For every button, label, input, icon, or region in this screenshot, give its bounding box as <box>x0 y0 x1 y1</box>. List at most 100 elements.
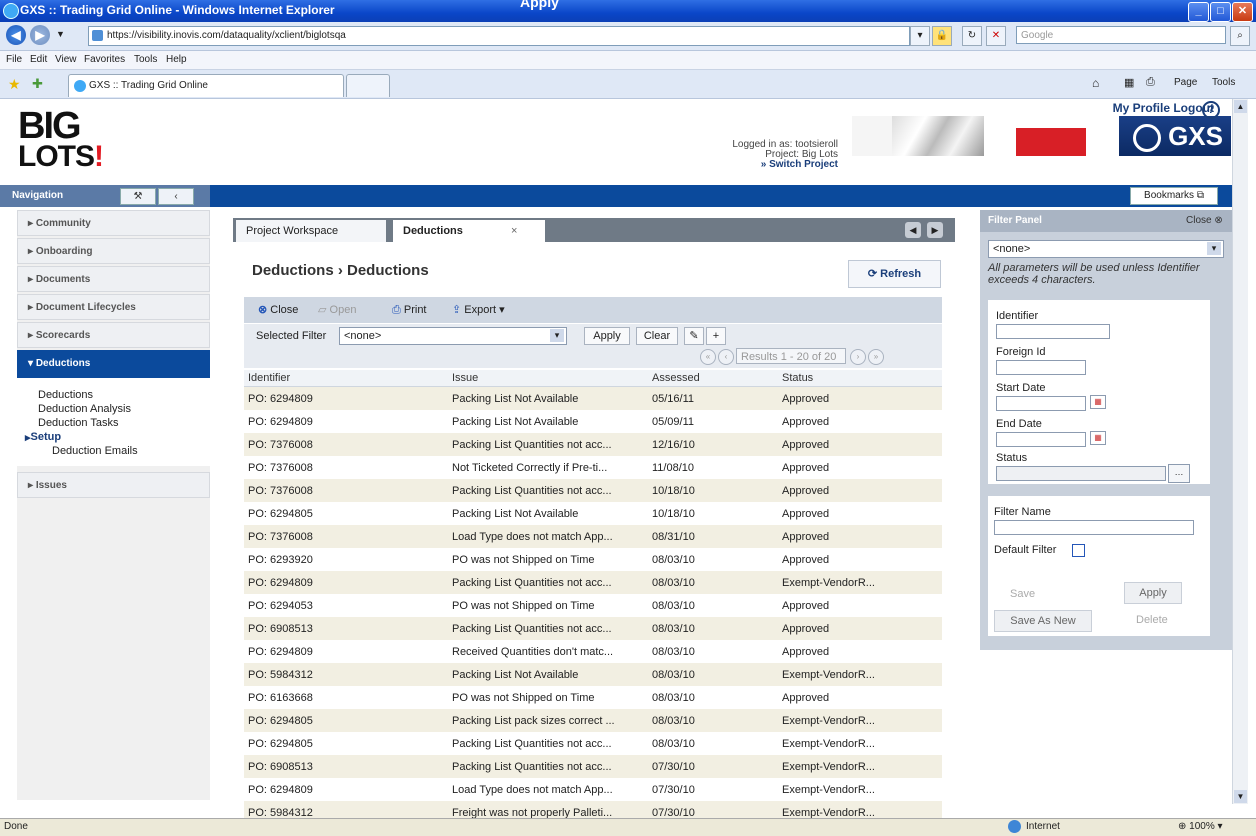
sub-setup[interactable]: ▸ Setup <box>25 431 61 444</box>
tab-scroll-left-icon[interactable]: ◀ <box>905 222 921 238</box>
last-page-icon[interactable]: » <box>868 349 884 365</box>
table-row[interactable]: PO: 7376008 Packing List Quantities not a… <box>244 479 942 502</box>
sub-deduction-tasks[interactable]: Deduction Tasks <box>38 417 119 429</box>
browser-tab-active[interactable]: GXS :: Trading Grid Online <box>68 74 344 97</box>
table-row[interactable]: PO: 6294805 Packing List pack sizes corre… <box>244 709 942 732</box>
col-issue[interactable]: Issue <box>448 370 648 387</box>
nav-community[interactable]: ▸ Community <box>17 210 210 236</box>
foreign-id-input[interactable] <box>996 360 1086 375</box>
minimize-button[interactable]: _ <box>1188 2 1209 22</box>
close-button[interactable]: ⊗ Close <box>258 300 298 320</box>
table-row[interactable]: PO: 6908513 Packing List Quantities not a… <box>244 755 942 778</box>
filter-clear-button[interactable]: Clear <box>636 327 678 345</box>
tools-menu[interactable]: Tools <box>1212 77 1235 88</box>
table-row[interactable]: PO: 6293920 PO was not Shipped on Time 08/… <box>244 548 942 571</box>
refresh-icon[interactable]: ↻ <box>962 26 982 46</box>
tab-scroll-right-icon[interactable]: ▶ <box>927 222 943 238</box>
add-favorite-icon[interactable]: ✚ <box>32 76 43 92</box>
prev-page-icon[interactable]: ‹ <box>718 349 734 365</box>
open-button[interactable]: ▱ Open <box>318 300 356 320</box>
menu-favorites[interactable]: Favorites <box>84 54 125 65</box>
menu-file[interactable]: File <box>6 54 22 65</box>
menu-help[interactable]: Help <box>166 54 187 65</box>
feeds-icon[interactable]: ▦ <box>1124 76 1134 89</box>
filter-name-input[interactable] <box>994 520 1194 535</box>
start-date-input[interactable] <box>996 396 1086 411</box>
table-row[interactable]: PO: 6294809 Load Type does not match App.… <box>244 778 942 801</box>
url-dropdown-icon[interactable]: ▾ <box>910 26 930 46</box>
next-page-icon[interactable]: › <box>850 349 866 365</box>
sub-deduction-emails[interactable]: Deduction Emails <box>52 445 138 457</box>
lock-icon[interactable]: 🔒 <box>932 26 952 46</box>
table-row[interactable]: PO: 6294809 Packing List Quantities not a… <box>244 571 942 594</box>
zoom-level[interactable]: ⊕ 100% ▾ <box>1178 821 1223 832</box>
table-row[interactable]: PO: 6294053 PO was not Shipped on Time 08/… <box>244 594 942 617</box>
end-date-input[interactable] <box>996 432 1086 447</box>
collapse-nav-icon[interactable]: ‹ <box>158 188 194 205</box>
table-row[interactable]: PO: 5984312 Packing List Not Available 08/… <box>244 663 942 686</box>
panel-apply-button[interactable]: Apply <box>1124 582 1182 604</box>
filter-apply-button[interactable]: Apply <box>584 327 630 345</box>
delete-button[interactable]: Delete <box>1136 614 1168 626</box>
export-button[interactable]: ⇪ Export ▾ <box>452 300 505 320</box>
tab-close-icon[interactable]: × <box>511 220 517 242</box>
save-as-new-button[interactable]: Save As New <box>994 610 1092 632</box>
nav-onboarding[interactable]: ▸ Onboarding <box>17 238 210 264</box>
page-scrollbar[interactable]: ▲ ▼ <box>1232 99 1248 804</box>
table-row[interactable]: PO: 6294805 Packing List Quantities not a… <box>244 732 942 755</box>
menu-view[interactable]: View <box>55 54 77 65</box>
search-icon[interactable]: ⌕ <box>1230 26 1250 46</box>
sub-deduction-analysis[interactable]: Deduction Analysis <box>38 403 131 415</box>
filter-panel-select[interactable]: <none> ▾ <box>988 240 1224 258</box>
nav-scorecards[interactable]: ▸ Scorecards <box>17 322 210 348</box>
stop-icon[interactable]: ✕ <box>986 26 1006 46</box>
table-row[interactable]: PO: 6163668 PO was not Shipped on Time 08/… <box>244 686 942 709</box>
print-button[interactable]: ⎙ Print <box>392 300 427 320</box>
table-row[interactable]: PO: 6294809 Packing List Not Available 05/… <box>244 410 942 433</box>
default-filter-checkbox[interactable] <box>1072 544 1085 557</box>
table-row[interactable]: PO: 7376008 Load Type does not match App.… <box>244 525 942 548</box>
edit-filter-icon[interactable]: ✎ <box>684 327 704 345</box>
col-identifier[interactable]: Identifier <box>244 370 448 387</box>
help-icon[interactable]: ? <box>1202 101 1220 119</box>
selected-filter-select[interactable]: <none> ▾ <box>339 327 567 345</box>
tab-deductions[interactable]: Deductions × <box>393 220 545 242</box>
url-input[interactable]: https://visibility.inovis.com/dataqualit… <box>88 26 910 46</box>
history-dropdown-icon[interactable]: ▼ <box>56 29 65 39</box>
table-row[interactable]: PO: 6908513 Packing List Quantities not a… <box>244 617 942 640</box>
status-picker-button[interactable]: … <box>1168 464 1190 483</box>
menu-edit[interactable]: Edit <box>30 54 47 65</box>
table-row[interactable]: PO: 7376008 Packing List Quantities not a… <box>244 433 942 456</box>
page-menu[interactable]: Page <box>1174 77 1197 88</box>
new-tab-button[interactable] <box>346 74 390 97</box>
close-window-button[interactable]: ✕ <box>1232 2 1253 22</box>
save-button[interactable]: Save <box>1010 588 1035 600</box>
table-row[interactable]: PO: 6294809 Packing List Not Available 05/… <box>244 386 942 410</box>
menu-tools[interactable]: Tools <box>134 54 157 65</box>
identifier-input[interactable] <box>996 324 1110 339</box>
back-icon[interactable]: ◀ <box>6 25 26 45</box>
table-row[interactable]: PO: 6294805 Packing List Not Available 10/… <box>244 502 942 525</box>
scroll-down-icon[interactable]: ▼ <box>1234 790 1247 803</box>
scroll-up-icon[interactable]: ▲ <box>1234 100 1247 113</box>
table-row[interactable]: PO: 7376008 Not Ticketed Correctly if Pre… <box>244 456 942 479</box>
search-input[interactable]: Google <box>1016 26 1226 44</box>
nav-documents[interactable]: ▸ Documents <box>17 266 210 292</box>
refresh-button[interactable]: ⟳ Refresh <box>848 260 941 288</box>
table-row[interactable]: PO: 6294809 Received Quantities don't mat… <box>244 640 942 663</box>
wrench-icon[interactable]: ⚒ <box>120 188 156 205</box>
col-status[interactable]: Status <box>778 370 942 387</box>
my-profile-link[interactable]: My Profile <box>1113 101 1170 115</box>
status-input[interactable] <box>996 466 1166 481</box>
sub-deductions[interactable]: Deductions <box>38 389 93 401</box>
col-assessed[interactable]: Assessed <box>648 370 778 387</box>
add-filter-icon[interactable]: + <box>706 327 726 345</box>
print-icon[interactable]: ⎙ <box>1146 76 1155 89</box>
bookmarks-button[interactable]: Bookmarks ⧉ <box>1130 187 1218 205</box>
filter-panel-close[interactable]: Close ⊗ <box>1186 215 1223 226</box>
first-page-icon[interactable]: « <box>700 349 716 365</box>
nav-issues[interactable]: ▸ Issues <box>17 472 210 498</box>
favorites-star-icon[interactable]: ★ <box>8 76 21 93</box>
calendar-icon[interactable]: ▦ <box>1090 395 1106 409</box>
switch-project-link[interactable]: » Switch Project <box>732 160 838 170</box>
